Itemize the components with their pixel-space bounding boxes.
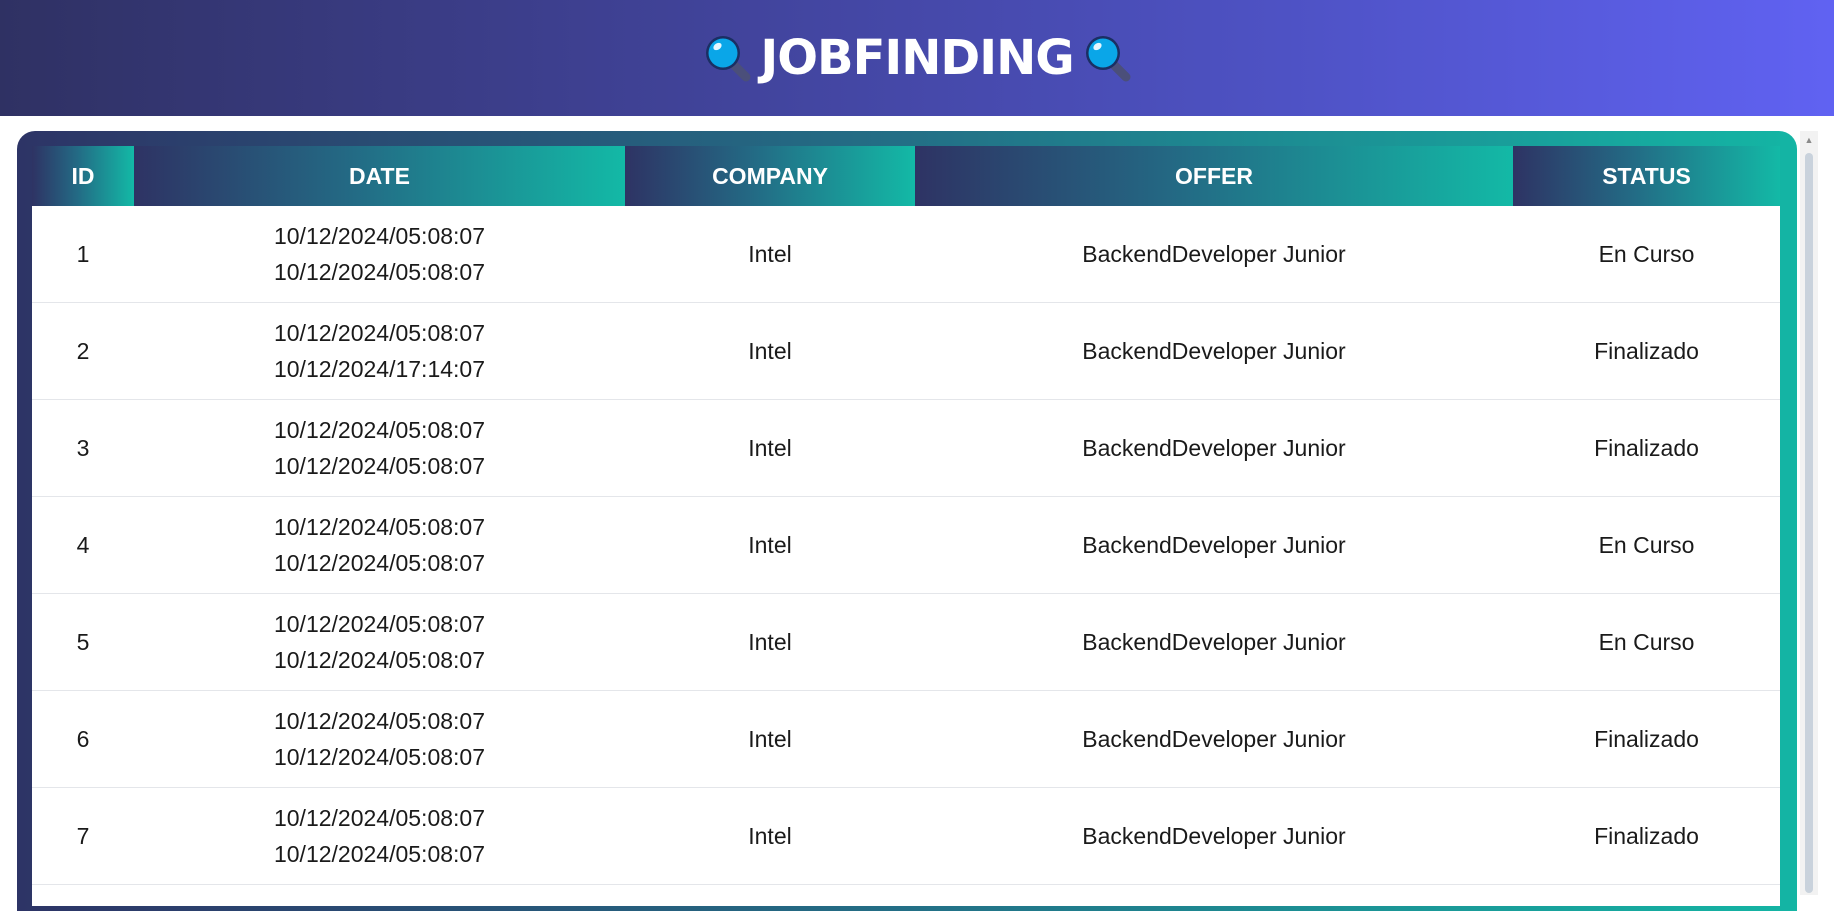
date-end: 10/12/2024/05:08:07 bbox=[273, 550, 486, 576]
cell-id: 1 bbox=[76, 241, 90, 267]
table-row[interactable]: 6 10/12/2024/05:08:07 10/12/2024/05:08:0… bbox=[32, 691, 1780, 788]
cell-company: Intel bbox=[748, 241, 792, 267]
date-start: 10/12/2024/05:08:07 bbox=[273, 514, 486, 540]
cell-offer: BackendDeveloper Junior bbox=[1082, 338, 1346, 364]
vertical-scrollbar[interactable]: ▲ bbox=[1800, 131, 1818, 895]
cell-id: 6 bbox=[76, 726, 90, 752]
cell-date: 10/12/2024/05:08:07 10/12/2024/05:08:07 bbox=[134, 206, 625, 302]
brand: JOBFINDING bbox=[702, 30, 1131, 86]
cell-status: En Curso bbox=[1598, 241, 1695, 267]
date-end: 10/12/2024/05:08:07 bbox=[273, 453, 486, 479]
cell-company: Intel bbox=[748, 435, 792, 461]
date-end: 10/12/2024/05:08:07 bbox=[273, 647, 486, 673]
date-end: 10/12/2024/17:14:07 bbox=[273, 356, 486, 382]
cell-offer: BackendDeveloper Junior bbox=[1082, 532, 1346, 558]
cell-date: 10/12/2024/05:08:07 10/12/2024/05:08:07 bbox=[134, 400, 625, 496]
cell-status: Finalizado bbox=[1594, 726, 1699, 752]
magnifier-icon bbox=[706, 36, 751, 82]
magnifier-icon bbox=[1085, 36, 1131, 82]
cell-offer: BackendDeveloper Junior bbox=[1082, 435, 1346, 461]
table-row[interactable]: 1 10/12/2024/05:08:07 10/12/2024/05:08:0… bbox=[32, 206, 1780, 303]
applications-card: ID DATE COMPANY OFFER STATUS 1 10/12/202… bbox=[17, 131, 1797, 911]
table-header: ID DATE COMPANY OFFER STATUS bbox=[32, 146, 1780, 206]
cell-company: Intel bbox=[748, 338, 792, 364]
table-row[interactable]: 5 10/12/2024/05:08:07 10/12/2024/05:08:0… bbox=[32, 594, 1780, 691]
date-start: 10/12/2024/05:08:07 bbox=[273, 708, 486, 734]
cell-offer: BackendDeveloper Junior bbox=[1082, 629, 1346, 655]
page-header: JOBFINDING bbox=[0, 0, 1834, 116]
date-end: 10/12/2024/05:08:07 bbox=[273, 259, 486, 285]
cell-offer: BackendDeveloper Junior bbox=[1082, 823, 1346, 849]
date-end: 10/12/2024/05:08:07 bbox=[273, 744, 486, 770]
cell-date: 10/12/2024/05:08:07 10/12/2024/17:14:07 bbox=[134, 303, 625, 399]
date-start: 10/12/2024/05:08:07 bbox=[273, 611, 486, 637]
cell-id: 5 bbox=[76, 629, 90, 655]
cell-status: Finalizado bbox=[1594, 823, 1699, 849]
date-end: 10/12/2024/05:08:07 bbox=[273, 841, 486, 867]
cell-id: 4 bbox=[76, 532, 90, 558]
cell-date: 10/12/2024/05:08:07 10/12/2024/05:08:07 bbox=[134, 788, 625, 884]
table-row[interactable]: 2 10/12/2024/05:08:07 10/12/2024/17:14:0… bbox=[32, 303, 1780, 400]
table-body: 1 10/12/2024/05:08:07 10/12/2024/05:08:0… bbox=[32, 206, 1780, 885]
date-start: 10/12/2024/05:08:07 bbox=[273, 417, 486, 443]
date-start: 10/12/2024/05:08:07 bbox=[273, 223, 486, 249]
cell-company: Intel bbox=[748, 726, 792, 752]
cell-date: 10/12/2024/05:08:07 10/12/2024/05:08:07 bbox=[134, 497, 625, 593]
cell-date: 10/12/2024/05:08:07 10/12/2024/05:08:07 bbox=[134, 594, 625, 690]
date-start: 10/12/2024/05:08:07 bbox=[273, 805, 486, 831]
cell-company: Intel bbox=[748, 823, 792, 849]
cell-status: Finalizado bbox=[1594, 338, 1699, 364]
cell-status: En Curso bbox=[1598, 532, 1695, 558]
cell-company: Intel bbox=[748, 532, 792, 558]
table-row[interactable]: 3 10/12/2024/05:08:07 10/12/2024/05:08:0… bbox=[32, 400, 1780, 497]
date-start: 10/12/2024/05:08:07 bbox=[273, 320, 486, 346]
column-header-date[interactable]: DATE bbox=[134, 146, 625, 206]
cell-id: 2 bbox=[76, 338, 90, 364]
column-header-offer[interactable]: OFFER bbox=[915, 146, 1513, 206]
cell-date: 10/12/2024/05:08:07 10/12/2024/05:08:07 bbox=[134, 691, 625, 787]
column-header-company[interactable]: COMPANY bbox=[625, 146, 915, 206]
cell-status: Finalizado bbox=[1594, 435, 1699, 461]
cell-company: Intel bbox=[748, 629, 792, 655]
column-header-id[interactable]: ID bbox=[32, 146, 134, 206]
scroll-up-icon[interactable]: ▲ bbox=[1800, 131, 1818, 149]
cell-status: En Curso bbox=[1598, 629, 1695, 655]
cell-id: 7 bbox=[76, 823, 90, 849]
scrollbar-thumb[interactable] bbox=[1805, 153, 1813, 893]
page-title: JOBFINDING bbox=[760, 30, 1074, 86]
cell-offer: BackendDeveloper Junior bbox=[1082, 726, 1346, 752]
cell-id: 3 bbox=[76, 435, 90, 461]
cell-offer: BackendDeveloper Junior bbox=[1082, 241, 1346, 267]
table-row[interactable]: 4 10/12/2024/05:08:07 10/12/2024/05:08:0… bbox=[32, 497, 1780, 594]
table-row[interactable]: 7 10/12/2024/05:08:07 10/12/2024/05:08:0… bbox=[32, 788, 1780, 885]
applications-table: ID DATE COMPANY OFFER STATUS 1 10/12/202… bbox=[32, 146, 1780, 906]
column-header-status[interactable]: STATUS bbox=[1513, 146, 1780, 206]
